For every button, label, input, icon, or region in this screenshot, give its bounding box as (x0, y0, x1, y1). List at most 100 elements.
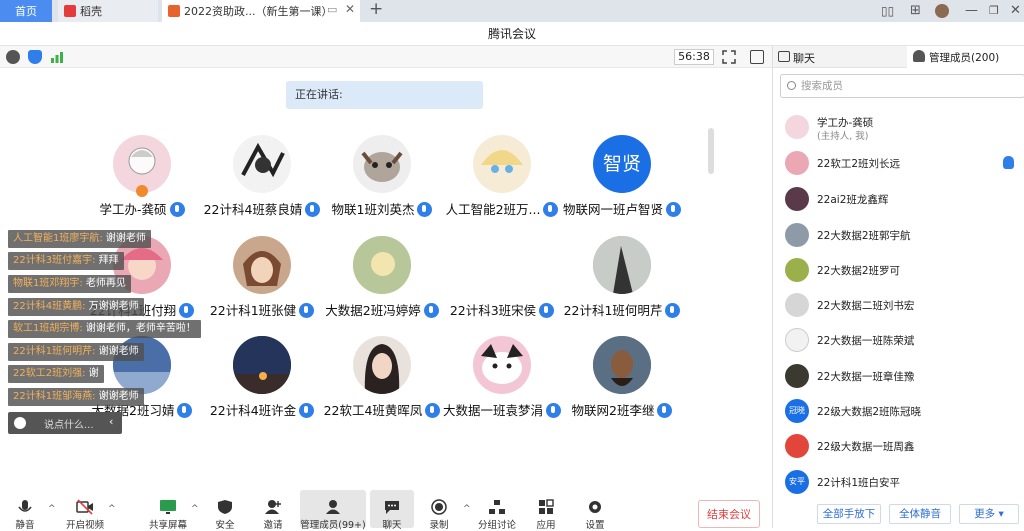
emoji-icon[interactable] (14, 417, 26, 429)
tab-members-label: 管理成员(200) (929, 52, 1000, 64)
chat-input[interactable]: 说点什么... ‹ (8, 412, 122, 434)
participant-tile[interactable]: 22计科4班许金 (202, 336, 322, 421)
info-icon[interactable] (6, 50, 20, 64)
end-meeting-button[interactable]: 结束会议 (698, 500, 760, 528)
tab-members[interactable]: 管理成员(200) (907, 46, 1024, 68)
participant-tile[interactable]: 大数据2班冯婷婷 (322, 236, 442, 321)
close-window-icon[interactable]: ✕ (1010, 3, 1021, 19)
participant-tile[interactable]: 22计科1班何明芹 (562, 236, 682, 321)
mute-button[interactable]: 静音 (6, 490, 44, 531)
breakout-icon (488, 499, 506, 515)
member-name: 22大数据2班郭宇航 (817, 230, 911, 242)
member-item[interactable]: 22软工2班刘长远 (773, 148, 1024, 178)
participant-avatar (353, 135, 411, 193)
member-item[interactable]: 22大数据二班刘书宏 (773, 290, 1024, 320)
mic-icon (177, 403, 193, 418)
participant-tile[interactable]: 22计科3班宋侯 (442, 236, 562, 321)
record-button[interactable]: 录制 (422, 490, 456, 531)
new-tab-button[interactable]: + (369, 1, 383, 18)
more-button[interactable]: 更多 ▾ (959, 504, 1019, 524)
participant-tile[interactable]: 智贤 物联网一班卢智贤 (562, 135, 682, 220)
chat-message: 人工智能1班廖宇航: 谢谢老师 (8, 230, 151, 248)
restore-icon[interactable]: ❐ (989, 3, 999, 19)
member-name: 22大数据一班章佳豫 (817, 371, 915, 383)
search-input[interactable]: 搜索成员 (780, 74, 1024, 98)
search-icon (787, 81, 796, 90)
member-item[interactable]: 22级大数据一班周鑫 (773, 431, 1024, 461)
member-item[interactable]: 22ai2班龙鑫辉 (773, 184, 1024, 214)
participant-tile[interactable]: 人工智能2班万... (442, 135, 562, 220)
chat-icon (778, 51, 790, 62)
mute-all-button[interactable]: 全体静音 (889, 504, 951, 524)
tab-home-label: 首页 (15, 5, 37, 18)
participant-tile[interactable]: 22软工4班黄晖凤 (322, 336, 442, 421)
tab-ppt[interactable]: 2022资助政...（新生第一课） ▭ ✕ (162, 0, 360, 22)
member-name: 22ai2班龙鑫辉 (817, 194, 889, 206)
participant-tile[interactable]: 22计科1班张健 (202, 236, 322, 321)
chevron-up-icon[interactable]: ^ (191, 504, 199, 514)
minimize-icon[interactable]: — (965, 3, 978, 19)
lower-all-hands-button[interactable]: 全部手放下 (817, 504, 881, 524)
settings-button[interactable]: 设置 (578, 490, 612, 531)
chat-message: 22计科3班付嘉宇: 拜拜 (8, 252, 124, 270)
member-name: 22大数据2班罗可 (817, 265, 901, 277)
participant-name: 物联1班刘英杰 (312, 199, 452, 218)
apps-button[interactable]: 应用 (530, 490, 562, 531)
user-avatar[interactable] (935, 4, 949, 18)
security-button[interactable]: 安全 (206, 490, 244, 531)
tab-daoke[interactable]: 稻壳 (58, 0, 158, 22)
manage-members-button[interactable]: 管理成员(99+) (300, 490, 366, 531)
tab-chat-label: 聊天 (793, 52, 815, 65)
chat-message: 22计科4班黄鹏: 万谢谢老师 (8, 298, 144, 316)
chat-button[interactable]: 聊天 (370, 490, 414, 531)
tab-close-icon[interactable]: ✕ (345, 2, 355, 16)
participant-tile[interactable]: 物联网2班李继 (562, 336, 682, 421)
tab-pin-icon[interactable]: ▭ (327, 3, 337, 16)
mic-icon (417, 202, 433, 217)
member-role: (主持人, 我) (817, 131, 869, 142)
member-item[interactable]: 学工办-龚硕 (主持人, 我) (773, 112, 1024, 142)
chevron-up-icon[interactable]: ^ (48, 504, 56, 514)
tab-ppt-label: 2022资助政...（新生第一课） (184, 5, 333, 18)
member-item[interactable]: 22大数据2班罗可 (773, 255, 1024, 285)
chevron-left-icon[interactable]: ‹ (109, 415, 113, 428)
gear-icon (586, 499, 604, 515)
participant-tile[interactable]: 物联1班刘英杰 (322, 135, 442, 220)
chevron-up-icon[interactable]: ^ (463, 504, 471, 514)
mic-icon (169, 202, 185, 217)
chevron-up-icon[interactable]: ^ (108, 504, 116, 514)
video-button[interactable]: 开启视频 (62, 490, 108, 531)
grid-scrollbar[interactable] (708, 128, 714, 174)
member-avatar: 安平 (785, 470, 809, 494)
share-screen-button[interactable]: 共享屏幕 (148, 490, 188, 531)
member-avatar (785, 293, 809, 317)
shield-icon[interactable] (28, 50, 42, 64)
ppt-icon (168, 5, 180, 17)
mic-icon (665, 303, 681, 318)
tab-chat[interactable]: 聊天 (773, 46, 907, 68)
raise-hand-icon (1003, 156, 1014, 169)
grid-icon[interactable]: ⊞ (910, 3, 921, 19)
participant-name: 22计科1班何明芹 (552, 300, 692, 319)
chat-message: 物联1班邓翔宇: 老师再见 (8, 275, 131, 293)
member-item[interactable]: 冠晓 22级大数据2班陈冠晓 (773, 396, 1024, 426)
member-item[interactable]: 22大数据一班章佳豫 (773, 361, 1024, 391)
tab-home[interactable]: 首页 (0, 0, 52, 22)
member-item[interactable]: 安平 22计科1班白安平 (773, 467, 1024, 497)
member-item[interactable]: 22大数据2班郭宇航 (773, 220, 1024, 250)
daoke-icon (64, 5, 76, 17)
participant-tile[interactable]: 大数据一班袁梦涓 (442, 336, 562, 421)
invite-button[interactable]: 邀请 (254, 490, 292, 531)
member-item[interactable]: 22大数据一班陈荣斌 (773, 325, 1024, 355)
meeting-timer: 56:38 (674, 49, 714, 65)
members-icon (913, 50, 925, 62)
fullscreen-icon[interactable] (722, 50, 736, 64)
layout-icon[interactable] (750, 50, 764, 64)
breakout-button[interactable]: 分组讨论 (476, 490, 518, 531)
right-panel-tabs: 聊天 管理成员(200) (772, 46, 1024, 68)
reader-icon[interactable]: ▯▯ (881, 3, 894, 19)
participant-tile[interactable]: 22计科4班蔡良婧 (202, 135, 322, 220)
member-panel: 搜索成员 学工办-龚硕 (主持人, 我) 22软工2班刘长远 22ai2班龙鑫辉… (772, 68, 1024, 528)
participant-tile[interactable]: 学工办-龚硕 (82, 135, 202, 220)
chat-icon (383, 499, 401, 515)
